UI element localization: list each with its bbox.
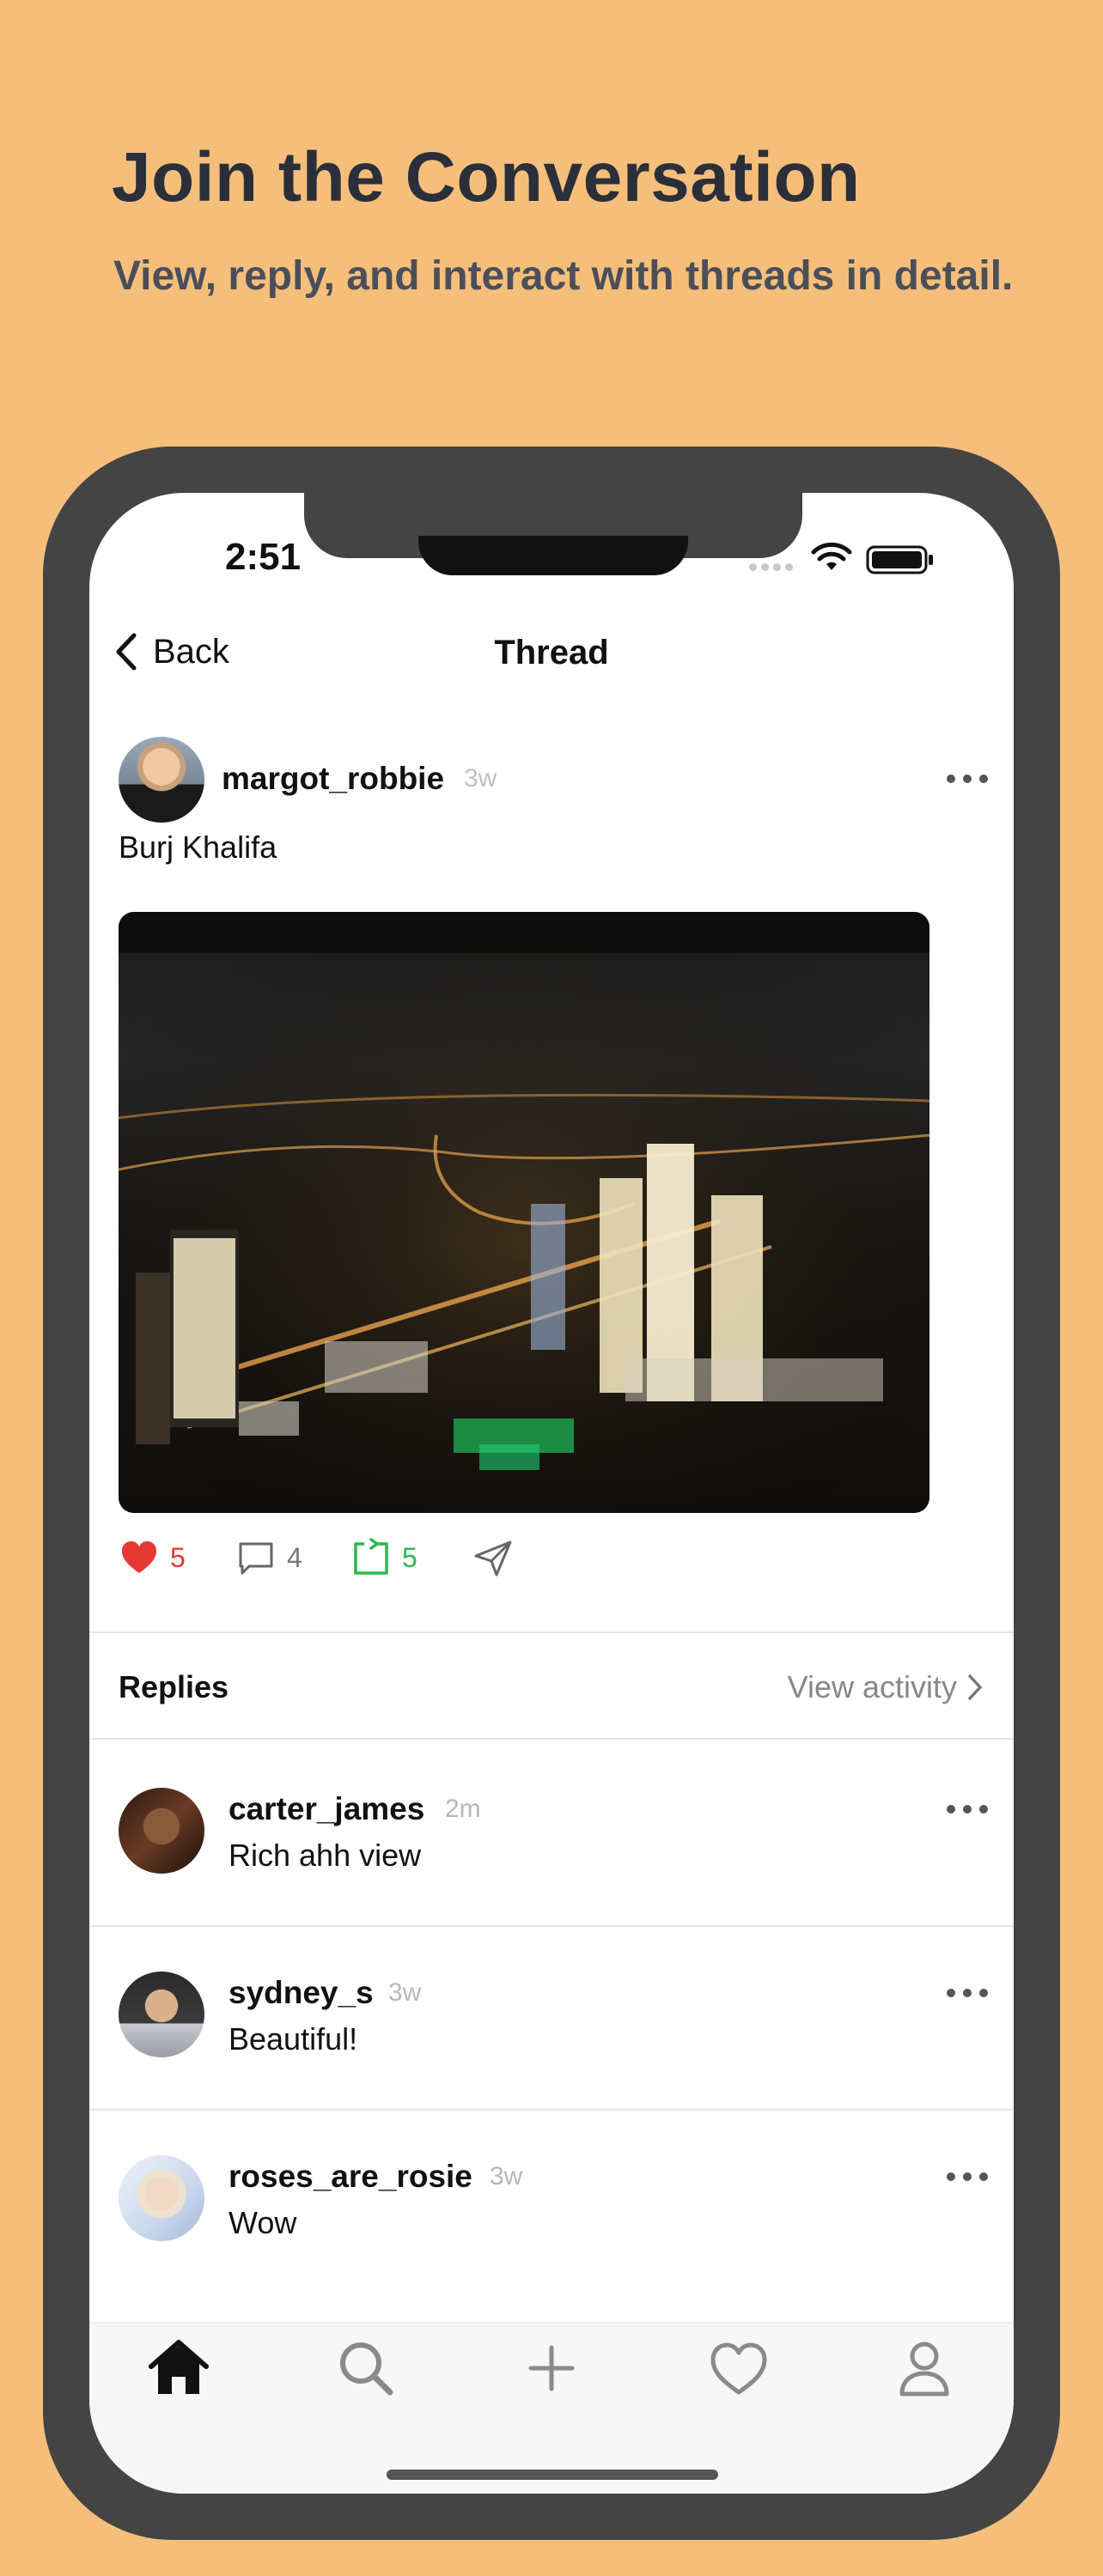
post-text: Burj Khalifa bbox=[119, 829, 277, 865]
battery-icon bbox=[866, 545, 933, 574]
reply-username[interactable]: carter_james bbox=[229, 1791, 424, 1827]
reply-username[interactable]: sydney_s bbox=[229, 1975, 374, 2011]
heart-filled-icon bbox=[122, 1541, 156, 1573]
phone-screen: 2:51 Back Thread margot_robbie 3w Burj K… bbox=[89, 493, 1014, 2494]
post-image[interactable] bbox=[119, 912, 929, 1513]
page-subheadline: View, reply, and interact with threads i… bbox=[113, 253, 1014, 299]
share-button[interactable] bbox=[472, 1537, 514, 1578]
status-time: 2:51 bbox=[225, 536, 302, 578]
divider bbox=[89, 1738, 1014, 1740]
post-author-avatar[interactable] bbox=[119, 737, 204, 823]
post-more-icon[interactable] bbox=[947, 773, 988, 785]
heart-icon bbox=[710, 2342, 767, 2395]
reply-text: Wow bbox=[229, 2205, 297, 2240]
reply-time: 2m bbox=[445, 1795, 481, 1823]
reply-more-icon[interactable] bbox=[947, 1803, 988, 1815]
view-activity-label: View activity bbox=[787, 1669, 957, 1704]
tab-profile[interactable] bbox=[892, 2336, 957, 2401]
tab-create[interactable] bbox=[519, 2336, 584, 2401]
post-time: 3w bbox=[464, 764, 497, 793]
page-headline: Join the Conversation bbox=[112, 138, 861, 216]
like-count: 5 bbox=[170, 1541, 186, 1573]
replies-heading: Replies bbox=[119, 1669, 229, 1704]
view-activity-link[interactable]: View activity bbox=[788, 1669, 984, 1705]
home-indicator[interactable] bbox=[387, 2470, 718, 2480]
search-icon bbox=[340, 2342, 393, 2396]
like-button[interactable]: 5 bbox=[119, 1537, 186, 1578]
repost-button[interactable]: 5 bbox=[350, 1537, 417, 1578]
dynamic-island bbox=[418, 536, 688, 575]
reply-time: 3w bbox=[388, 1978, 422, 2007]
reply-text: Rich ahh view bbox=[229, 1838, 422, 1873]
comment-button[interactable]: 4 bbox=[235, 1537, 302, 1578]
reply-more-icon[interactable] bbox=[947, 1987, 988, 1999]
chevron-right-icon bbox=[968, 1674, 982, 1700]
tab-search[interactable] bbox=[333, 2336, 399, 2401]
plus-icon bbox=[528, 2345, 575, 2391]
tab-bar bbox=[89, 2322, 1014, 2494]
repost-icon bbox=[354, 1538, 388, 1575]
reply-avatar[interactable] bbox=[119, 2155, 204, 2241]
reply-text: Beautiful! bbox=[229, 2021, 358, 2057]
reply-avatar[interactable] bbox=[119, 1788, 204, 1874]
signal-dots-icon bbox=[749, 563, 793, 571]
profile-icon bbox=[899, 2342, 949, 2397]
wifi-icon bbox=[811, 542, 852, 570]
post-username[interactable]: margot_robbie bbox=[222, 761, 444, 797]
home-icon bbox=[149, 2340, 209, 2394]
send-icon bbox=[474, 1540, 512, 1577]
reply-avatar[interactable] bbox=[119, 1971, 204, 2057]
reply-more-icon[interactable] bbox=[947, 2171, 988, 2183]
divider bbox=[89, 2109, 1014, 2111]
repost-count: 5 bbox=[402, 1541, 417, 1573]
tab-home[interactable] bbox=[146, 2336, 211, 2401]
post-actions: 5 4 5 bbox=[119, 1537, 634, 1580]
divider bbox=[89, 1925, 1014, 1927]
nav-title: Thread bbox=[494, 634, 609, 671]
night-city-skyline-photo bbox=[119, 912, 929, 1513]
comment-icon bbox=[239, 1542, 273, 1575]
divider bbox=[89, 1631, 1014, 1633]
reply-time: 3w bbox=[490, 2162, 523, 2190]
comment-count: 4 bbox=[287, 1541, 302, 1573]
reply-username[interactable]: roses_are_rosie bbox=[229, 2159, 472, 2195]
tab-activity[interactable] bbox=[706, 2336, 771, 2401]
